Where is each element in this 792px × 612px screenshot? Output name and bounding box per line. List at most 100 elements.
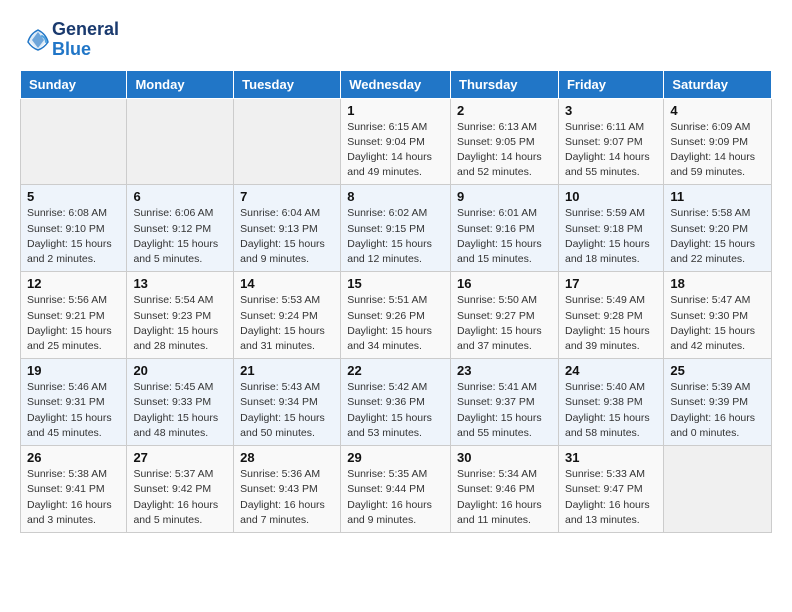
- day-info: Sunrise: 5:39 AM Sunset: 9:39 PM Dayligh…: [670, 380, 765, 441]
- calendar-cell: 15 Sunrise: 5:51 AM Sunset: 9:26 PM Dayli…: [341, 272, 451, 359]
- day-info: Sunrise: 6:15 AM Sunset: 9:04 PM Dayligh…: [347, 120, 444, 181]
- page-header: GeneralBlue: [20, 20, 772, 60]
- calendar-cell: [21, 98, 127, 185]
- day-number: 22: [347, 363, 444, 378]
- calendar-cell: 30 Sunrise: 5:34 AM Sunset: 9:46 PM Dayli…: [451, 446, 559, 533]
- day-number: 21: [240, 363, 334, 378]
- calendar-cell: 10 Sunrise: 5:59 AM Sunset: 9:18 PM Dayli…: [558, 185, 663, 272]
- day-number: 14: [240, 276, 334, 291]
- day-info: Sunrise: 5:58 AM Sunset: 9:20 PM Dayligh…: [670, 206, 765, 267]
- calendar-cell: [127, 98, 234, 185]
- calendar-cell: 24Sunrise: 5:40 AM Sunset: 9:38 PM Dayli…: [558, 359, 663, 446]
- day-number: 23: [457, 363, 552, 378]
- calendar-cell: 1 Sunrise: 6:15 AM Sunset: 9:04 PM Daylig…: [341, 98, 451, 185]
- day-number: 1: [347, 103, 444, 118]
- day-info: Sunrise: 6:13 AM Sunset: 9:05 PM Dayligh…: [457, 120, 552, 181]
- day-number: 25: [670, 363, 765, 378]
- day-info: Sunrise: 6:01 AM Sunset: 9:16 PM Dayligh…: [457, 206, 552, 267]
- day-number: 16: [457, 276, 552, 291]
- calendar-cell: [664, 446, 772, 533]
- calendar-cell: 28 Sunrise: 5:36 AM Sunset: 9:43 PM Dayli…: [234, 446, 341, 533]
- calendar-table: SundayMondayTuesdayWednesdayThursdayFrid…: [20, 70, 772, 533]
- calendar-cell: 7 Sunrise: 6:04 AM Sunset: 9:13 PM Daylig…: [234, 185, 341, 272]
- day-info: Sunrise: 6:06 AM Sunset: 9:12 PM Dayligh…: [133, 206, 227, 267]
- logo-icon: [24, 26, 52, 54]
- calendar-cell: 23 Sunrise: 5:41 AM Sunset: 9:37 PM Dayli…: [451, 359, 559, 446]
- day-info: Sunrise: 5:37 AM Sunset: 9:42 PM Dayligh…: [133, 467, 227, 528]
- calendar-cell: 29 Sunrise: 5:35 AM Sunset: 9:44 PM Dayli…: [341, 446, 451, 533]
- day-info: Sunrise: 5:54 AM Sunset: 9:23 PM Dayligh…: [133, 293, 227, 354]
- calendar-cell: 11 Sunrise: 5:58 AM Sunset: 9:20 PM Dayli…: [664, 185, 772, 272]
- day-info: Sunrise: 5:36 AM Sunset: 9:43 PM Dayligh…: [240, 467, 334, 528]
- day-info: Sunrise: 5:45 AM Sunset: 9:33 PM Dayligh…: [133, 380, 227, 441]
- day-number: 11: [670, 189, 765, 204]
- week-row-3: 12 Sunrise: 5:56 AM Sunset: 9:21 PM Dayli…: [21, 272, 772, 359]
- day-info: Sunrise: 5:34 AM Sunset: 9:46 PM Dayligh…: [457, 467, 552, 528]
- day-header-tuesday: Tuesday: [234, 70, 341, 98]
- day-number: 28: [240, 450, 334, 465]
- day-number: 6: [133, 189, 227, 204]
- calendar-cell: 17 Sunrise: 5:49 AM Sunset: 9:28 PM Dayli…: [558, 272, 663, 359]
- week-row-2: 5 Sunrise: 6:08 AM Sunset: 9:10 PM Daylig…: [21, 185, 772, 272]
- day-info: Sunrise: 5:43 AM Sunset: 9:34 PM Dayligh…: [240, 380, 334, 441]
- calendar-cell: 12 Sunrise: 5:56 AM Sunset: 9:21 PM Dayli…: [21, 272, 127, 359]
- day-info: Sunrise: 5:40 AM Sunset: 9:38 PM Dayligh…: [565, 380, 657, 441]
- calendar-cell: 3 Sunrise: 6:11 AM Sunset: 9:07 PM Daylig…: [558, 98, 663, 185]
- day-number: 19: [27, 363, 120, 378]
- day-number: 3: [565, 103, 657, 118]
- logo-text: GeneralBlue: [52, 20, 119, 60]
- day-info: Sunrise: 5:59 AM Sunset: 9:18 PM Dayligh…: [565, 206, 657, 267]
- day-info: Sunrise: 6:04 AM Sunset: 9:13 PM Dayligh…: [240, 206, 334, 267]
- calendar-header-row: SundayMondayTuesdayWednesdayThursdayFrid…: [21, 70, 772, 98]
- day-number: 8: [347, 189, 444, 204]
- calendar-cell: 4Sunrise: 6:09 AM Sunset: 9:09 PM Daylig…: [664, 98, 772, 185]
- day-number: 10: [565, 189, 657, 204]
- day-info: Sunrise: 5:35 AM Sunset: 9:44 PM Dayligh…: [347, 467, 444, 528]
- day-info: Sunrise: 5:41 AM Sunset: 9:37 PM Dayligh…: [457, 380, 552, 441]
- day-number: 2: [457, 103, 552, 118]
- day-info: Sunrise: 6:09 AM Sunset: 9:09 PM Dayligh…: [670, 120, 765, 181]
- day-number: 12: [27, 276, 120, 291]
- calendar-cell: 16 Sunrise: 5:50 AM Sunset: 9:27 PM Dayli…: [451, 272, 559, 359]
- calendar-cell: 6 Sunrise: 6:06 AM Sunset: 9:12 PM Daylig…: [127, 185, 234, 272]
- calendar-cell: 18 Sunrise: 5:47 AM Sunset: 9:30 PM Dayli…: [664, 272, 772, 359]
- day-header-saturday: Saturday: [664, 70, 772, 98]
- calendar-cell: 25 Sunrise: 5:39 AM Sunset: 9:39 PM Dayli…: [664, 359, 772, 446]
- day-number: 29: [347, 450, 444, 465]
- day-info: Sunrise: 6:02 AM Sunset: 9:15 PM Dayligh…: [347, 206, 444, 267]
- day-number: 15: [347, 276, 444, 291]
- day-header-wednesday: Wednesday: [341, 70, 451, 98]
- day-header-thursday: Thursday: [451, 70, 559, 98]
- day-number: 27: [133, 450, 227, 465]
- week-row-5: 26 Sunrise: 5:38 AM Sunset: 9:41 PM Dayli…: [21, 446, 772, 533]
- day-info: Sunrise: 5:46 AM Sunset: 9:31 PM Dayligh…: [27, 380, 120, 441]
- day-number: 17: [565, 276, 657, 291]
- day-number: 7: [240, 189, 334, 204]
- calendar-cell: 8 Sunrise: 6:02 AM Sunset: 9:15 PM Daylig…: [341, 185, 451, 272]
- day-info: Sunrise: 6:11 AM Sunset: 9:07 PM Dayligh…: [565, 120, 657, 181]
- day-info: Sunrise: 5:47 AM Sunset: 9:30 PM Dayligh…: [670, 293, 765, 354]
- day-header-monday: Monday: [127, 70, 234, 98]
- day-info: Sunrise: 6:08 AM Sunset: 9:10 PM Dayligh…: [27, 206, 120, 267]
- day-info: Sunrise: 5:51 AM Sunset: 9:26 PM Dayligh…: [347, 293, 444, 354]
- day-number: 26: [27, 450, 120, 465]
- logo: GeneralBlue: [20, 20, 119, 60]
- day-info: Sunrise: 5:53 AM Sunset: 9:24 PM Dayligh…: [240, 293, 334, 354]
- day-number: 13: [133, 276, 227, 291]
- day-header-friday: Friday: [558, 70, 663, 98]
- day-info: Sunrise: 5:56 AM Sunset: 9:21 PM Dayligh…: [27, 293, 120, 354]
- day-info: Sunrise: 5:50 AM Sunset: 9:27 PM Dayligh…: [457, 293, 552, 354]
- calendar-cell: 9 Sunrise: 6:01 AM Sunset: 9:16 PM Daylig…: [451, 185, 559, 272]
- day-number: 18: [670, 276, 765, 291]
- day-number: 20: [133, 363, 227, 378]
- calendar-cell: 2 Sunrise: 6:13 AM Sunset: 9:05 PM Daylig…: [451, 98, 559, 185]
- day-header-sunday: Sunday: [21, 70, 127, 98]
- calendar-cell: 31Sunrise: 5:33 AM Sunset: 9:47 PM Dayli…: [558, 446, 663, 533]
- day-number: 5: [27, 189, 120, 204]
- day-info: Sunrise: 5:49 AM Sunset: 9:28 PM Dayligh…: [565, 293, 657, 354]
- calendar-cell: 27 Sunrise: 5:37 AM Sunset: 9:42 PM Dayli…: [127, 446, 234, 533]
- day-number: 9: [457, 189, 552, 204]
- day-info: Sunrise: 5:38 AM Sunset: 9:41 PM Dayligh…: [27, 467, 120, 528]
- day-number: 30: [457, 450, 552, 465]
- calendar-cell: 26 Sunrise: 5:38 AM Sunset: 9:41 PM Dayli…: [21, 446, 127, 533]
